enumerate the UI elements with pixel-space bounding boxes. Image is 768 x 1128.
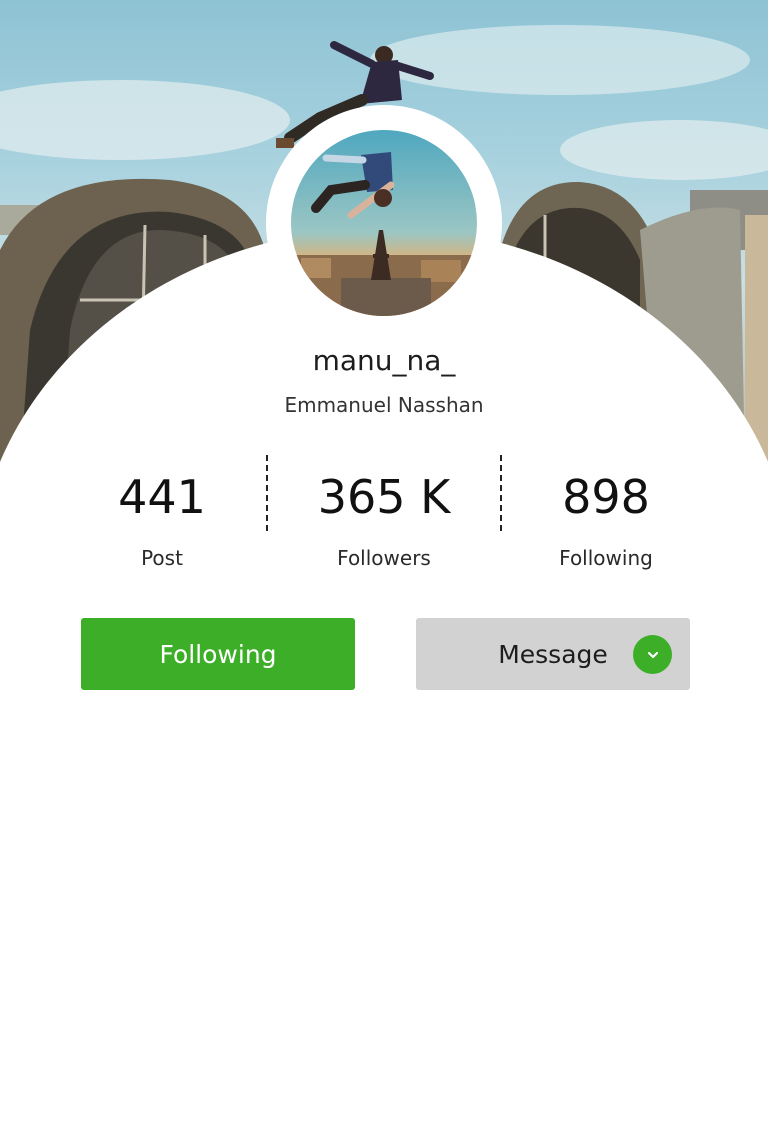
message-button-label: Message — [498, 639, 608, 669]
chevron-down-icon[interactable] — [633, 635, 672, 674]
stat-followers[interactable]: 365 K Followers — [264, 474, 504, 570]
avatar-photo — [291, 130, 477, 316]
stat-posts-label: Post — [141, 546, 183, 570]
stat-followers-label: Followers — [337, 546, 431, 570]
following-button-label: Following — [159, 639, 277, 669]
stat-following-value: 898 — [562, 470, 650, 524]
username: manu_na_ — [312, 344, 456, 377]
following-button[interactable]: Following — [81, 618, 355, 690]
avatar[interactable] — [291, 130, 477, 316]
message-button[interactable]: Message — [416, 618, 690, 690]
stat-following[interactable]: 898 Following — [486, 474, 726, 570]
stat-posts-value: 441 — [118, 470, 206, 524]
full-name: Emmanuel Nasshan — [284, 393, 484, 417]
stat-following-label: Following — [559, 546, 653, 570]
stat-followers-value: 365 K — [317, 470, 451, 524]
stat-posts[interactable]: 441 Post — [42, 474, 282, 570]
